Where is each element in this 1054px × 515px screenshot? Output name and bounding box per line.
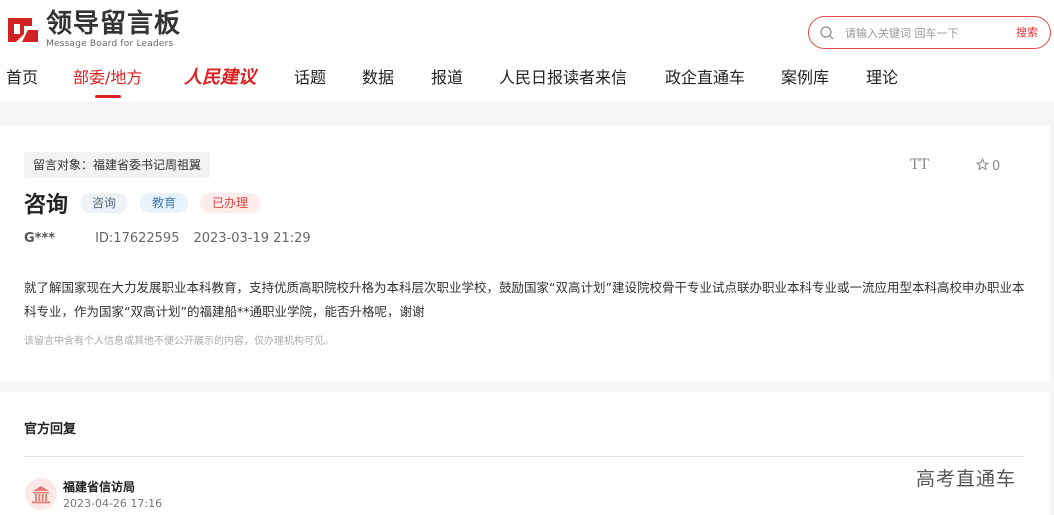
search-box: 搜索 bbox=[808, 16, 1051, 49]
nav-theory[interactable]: 理论 bbox=[866, 64, 898, 100]
nav-enterprise-express[interactable]: 政企直通车 bbox=[665, 64, 745, 100]
favorite-count: 0 bbox=[992, 159, 1001, 174]
search-button[interactable]: 搜索 bbox=[1016, 24, 1038, 40]
reply-section-title: 官方回复 bbox=[24, 422, 77, 437]
tag-status: 已办理 bbox=[200, 193, 261, 213]
nav-reports[interactable]: 报道 bbox=[431, 64, 463, 100]
font-size-icon[interactable]: TT bbox=[910, 157, 929, 173]
star-icon bbox=[975, 157, 990, 175]
reply-time: 2023-04-26 17:16 bbox=[63, 497, 163, 510]
nav-home[interactable]: 首页 bbox=[6, 64, 38, 100]
logo-mark-icon bbox=[6, 14, 40, 46]
divider bbox=[24, 456, 1024, 457]
reply-org-name: 福建省信访局 bbox=[63, 480, 136, 494]
logo-subtitle: Message Board for Leaders bbox=[46, 39, 174, 49]
favorite-button[interactable]: 0 bbox=[975, 157, 1001, 175]
nav-data[interactable]: 数据 bbox=[362, 64, 394, 100]
nav-case-library[interactable]: 案例库 bbox=[781, 64, 829, 100]
message-content: 就了解国家现在大力发展职业本科教育，支持优质高职院校升格为本科层次职业学校，鼓励… bbox=[24, 280, 1025, 319]
nav-people-suggestions[interactable]: 人民建议 bbox=[184, 64, 256, 100]
privacy-notice: 该留言中含有个人信息或其他不便公开展示的内容，仅办理机构可见。 bbox=[24, 336, 334, 347]
tag-category: 教育 bbox=[140, 193, 189, 213]
tag-type: 咨询 bbox=[80, 193, 129, 213]
search-icon bbox=[819, 25, 835, 41]
message-meta: G*** ID:17622595 2023-03-19 21:29 bbox=[24, 231, 325, 246]
logo-title: 领导留言板 bbox=[46, 9, 182, 39]
message-card: 留言对象：福建省委书记周祖翼 TT 0 咨询 咨询 教育 已办理 G*** ID… bbox=[0, 125, 1050, 382]
reply-card: 官方回复 福建省信访局 2023-04-26 17:16 bbox=[0, 392, 1050, 515]
top-header: 领导留言板 Message Board for Leaders 搜索 首页 部委… bbox=[0, 0, 1054, 102]
watermark-text: 高考直通车 bbox=[916, 468, 1017, 490]
site-logo[interactable]: 领导留言板 Message Board for Leaders bbox=[6, 9, 182, 49]
government-building-icon bbox=[25, 478, 57, 510]
message-id: ID:17622595 bbox=[95, 231, 180, 246]
search-input[interactable] bbox=[845, 23, 1005, 43]
nav-topics[interactable]: 话题 bbox=[294, 64, 326, 100]
message-time: 2023-03-19 21:29 bbox=[193, 231, 311, 246]
main-nav: 首页 部委/地方 人民建议 话题 数据 报道 人民日报读者来信 政企直通车 案例… bbox=[0, 64, 1054, 100]
nav-readers-letters[interactable]: 人民日报读者来信 bbox=[499, 64, 627, 100]
message-title: 咨询 bbox=[24, 193, 69, 218]
message-author: G*** bbox=[24, 231, 56, 246]
message-target: 留言对象：福建省委书记周祖翼 bbox=[24, 152, 211, 178]
nav-ministries-local[interactable]: 部委/地方 bbox=[73, 64, 142, 100]
